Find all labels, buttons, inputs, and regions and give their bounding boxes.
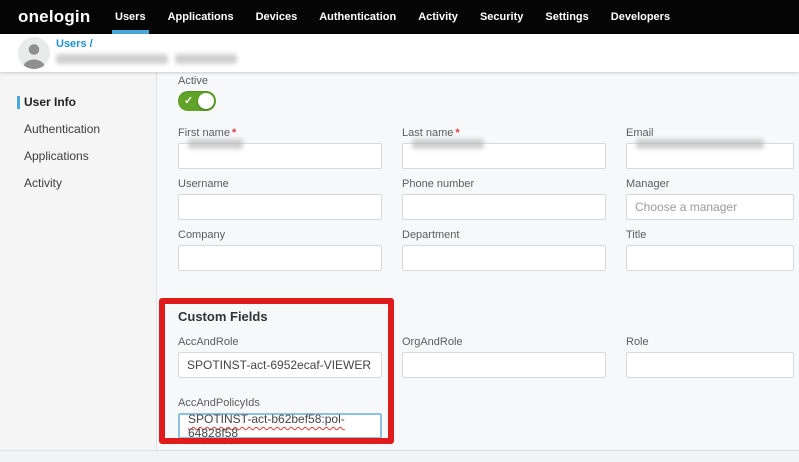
username-input[interactable] xyxy=(178,194,382,220)
title-input[interactable] xyxy=(626,245,794,271)
active-label: Active xyxy=(178,75,799,87)
check-icon: ✓ xyxy=(184,94,193,107)
page-bottom-strip xyxy=(0,450,799,462)
required-marker: * xyxy=(455,127,459,139)
redacted-text-blob xyxy=(175,54,237,64)
last-name-label-text: Last name xyxy=(402,127,453,139)
redacted-value-blob xyxy=(636,139,764,149)
sidebar-item-activity[interactable]: Activity xyxy=(0,170,156,197)
user-sidebar: User Info Authentication Applications Ac… xyxy=(0,72,157,450)
onelogin-logo: onelogin xyxy=(18,7,96,27)
nav-item-applications[interactable]: Applications xyxy=(157,0,245,34)
company-label: Company xyxy=(178,229,382,241)
toggle-knob xyxy=(198,93,214,109)
company-input[interactable] xyxy=(178,245,382,271)
content-area: User Info Authentication Applications Ac… xyxy=(0,72,799,450)
redacted-value-blob xyxy=(188,139,243,149)
custom-fields-section: Custom Fields AccAndRole OrgAndRole Role xyxy=(178,309,799,439)
person-icon xyxy=(18,37,50,69)
acc-and-role-label: AccAndRole xyxy=(178,336,382,348)
role-label: Role xyxy=(626,336,794,348)
redacted-value-blob xyxy=(412,139,484,149)
role-input[interactable] xyxy=(626,352,794,378)
nav-item-authentication[interactable]: Authentication xyxy=(308,0,407,34)
first-name-label: First name* xyxy=(178,127,382,139)
nav-item-developers[interactable]: Developers xyxy=(600,0,681,34)
user-avatar xyxy=(18,37,50,69)
breadcrumb-username-redacted xyxy=(56,54,237,64)
user-info-form: Active ✓ First name* Last name* xyxy=(157,72,799,450)
nav-item-devices[interactable]: Devices xyxy=(245,0,309,34)
top-nav-items: Users Applications Devices Authenticatio… xyxy=(104,0,681,34)
nav-item-activity[interactable]: Activity xyxy=(407,0,469,34)
email-label: Email xyxy=(626,127,794,139)
redacted-text-blob xyxy=(56,54,168,64)
acc-and-policy-ids-label: AccAndPolicyIds xyxy=(178,397,382,409)
acc-and-policy-ids-value: SPOTINST-act-b62bef58:pol-64828f58 xyxy=(188,412,372,440)
manager-label: Manager xyxy=(626,178,794,190)
sidebar-item-authentication[interactable]: Authentication xyxy=(0,116,156,143)
nav-item-users[interactable]: Users xyxy=(104,0,157,34)
breadcrumb[interactable]: Users / xyxy=(56,38,93,50)
sidebar-item-applications[interactable]: Applications xyxy=(0,143,156,170)
custom-fields-heading: Custom Fields xyxy=(178,309,799,324)
department-input[interactable] xyxy=(402,245,606,271)
sidebar-item-user-info[interactable]: User Info xyxy=(0,89,156,116)
department-label: Department xyxy=(402,229,606,241)
top-nav: onelogin Users Applications Devices Auth… xyxy=(0,0,799,34)
phone-number-label: Phone number xyxy=(402,178,606,190)
phone-number-input[interactable] xyxy=(402,194,606,220)
manager-input[interactable] xyxy=(626,194,794,220)
org-and-role-label: OrgAndRole xyxy=(402,336,606,348)
first-name-label-text: First name xyxy=(178,127,230,139)
org-and-role-input[interactable] xyxy=(402,352,606,378)
onelogin-admin-app: onelogin Users Applications Devices Auth… xyxy=(0,0,799,462)
acc-and-policy-ids-input[interactable]: SPOTINST-act-b62bef58:pol-64828f58 xyxy=(178,413,382,439)
last-name-label: Last name* xyxy=(402,127,606,139)
active-toggle[interactable]: ✓ xyxy=(178,91,216,111)
title-label: Title xyxy=(626,229,794,241)
page-header: Users / xyxy=(0,34,799,72)
acc-and-role-input[interactable] xyxy=(178,352,382,378)
nav-item-security[interactable]: Security xyxy=(469,0,534,34)
nav-item-settings[interactable]: Settings xyxy=(534,0,599,34)
username-label: Username xyxy=(178,178,382,190)
required-marker: * xyxy=(232,127,236,139)
